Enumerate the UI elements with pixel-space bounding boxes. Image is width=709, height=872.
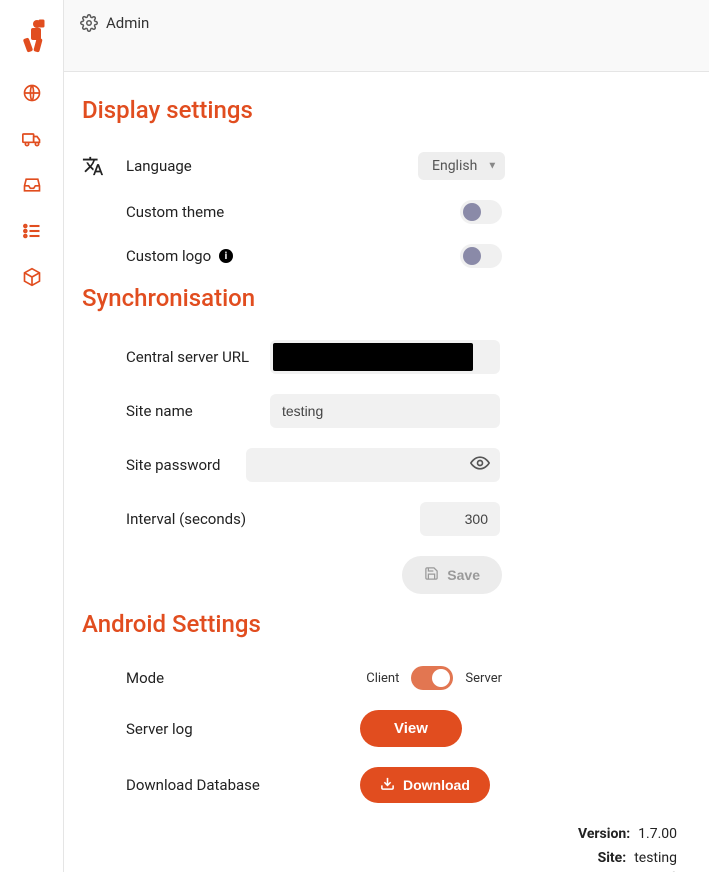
save-button[interactable]: Save — [402, 556, 502, 594]
version-value: 1.7.00 — [638, 823, 677, 847]
download-icon — [380, 776, 395, 794]
language-select[interactable]: English ▼ — [418, 152, 505, 180]
save-icon — [424, 566, 439, 584]
translate-icon — [82, 155, 126, 177]
site-name-label: Site name — [126, 402, 270, 420]
custom-logo-toggle[interactable] — [460, 244, 502, 268]
central-url-label: Central server URL — [126, 348, 270, 366]
site-password-input[interactable] — [246, 448, 500, 482]
eye-icon[interactable] — [470, 453, 490, 477]
app-logo — [17, 18, 47, 54]
download-db-label: Download Database — [126, 776, 360, 794]
info-icon[interactable]: i — [219, 249, 233, 263]
section-display-title: Display settings — [82, 96, 691, 124]
gear-icon — [80, 14, 98, 36]
page-header: Admin — [64, 0, 709, 72]
site-value: testing — [634, 847, 677, 871]
section-android-title: Android Settings — [82, 610, 691, 638]
central-url-input[interactable] — [270, 340, 500, 374]
version-key: Version: — [578, 823, 630, 847]
custom-theme-label: Custom theme — [126, 203, 346, 221]
package-icon[interactable] — [21, 266, 43, 288]
language-value: English — [432, 158, 477, 174]
truck-icon[interactable] — [21, 128, 43, 150]
server-log-label: Server log — [126, 720, 360, 738]
chevron-down-icon: ▼ — [487, 161, 497, 172]
globe-icon[interactable] — [21, 82, 43, 104]
language-label: Language — [126, 157, 346, 175]
footer: Version: 1.7.00 Site: testing Server: 80… — [82, 813, 691, 872]
site-name-input[interactable] — [270, 394, 500, 428]
download-button[interactable]: Download — [360, 767, 490, 803]
custom-theme-toggle[interactable] — [460, 200, 502, 224]
site-key: Site: — [598, 847, 627, 871]
interval-input[interactable] — [420, 502, 500, 536]
inbox-icon[interactable] — [21, 174, 43, 196]
mode-client-label: Client — [366, 671, 399, 686]
custom-logo-label: Custom logo i — [126, 247, 346, 266]
page-title: Admin — [106, 14, 149, 32]
section-sync-title: Synchronisation — [82, 284, 691, 312]
mode-toggle[interactable] — [411, 666, 453, 690]
list-icon[interactable] — [21, 220, 43, 242]
view-button[interactable]: View — [360, 710, 462, 747]
mode-label: Mode — [126, 669, 206, 687]
redacted-value — [273, 343, 473, 371]
sidebar — [0, 0, 64, 872]
mode-server-label: Server — [465, 671, 502, 686]
